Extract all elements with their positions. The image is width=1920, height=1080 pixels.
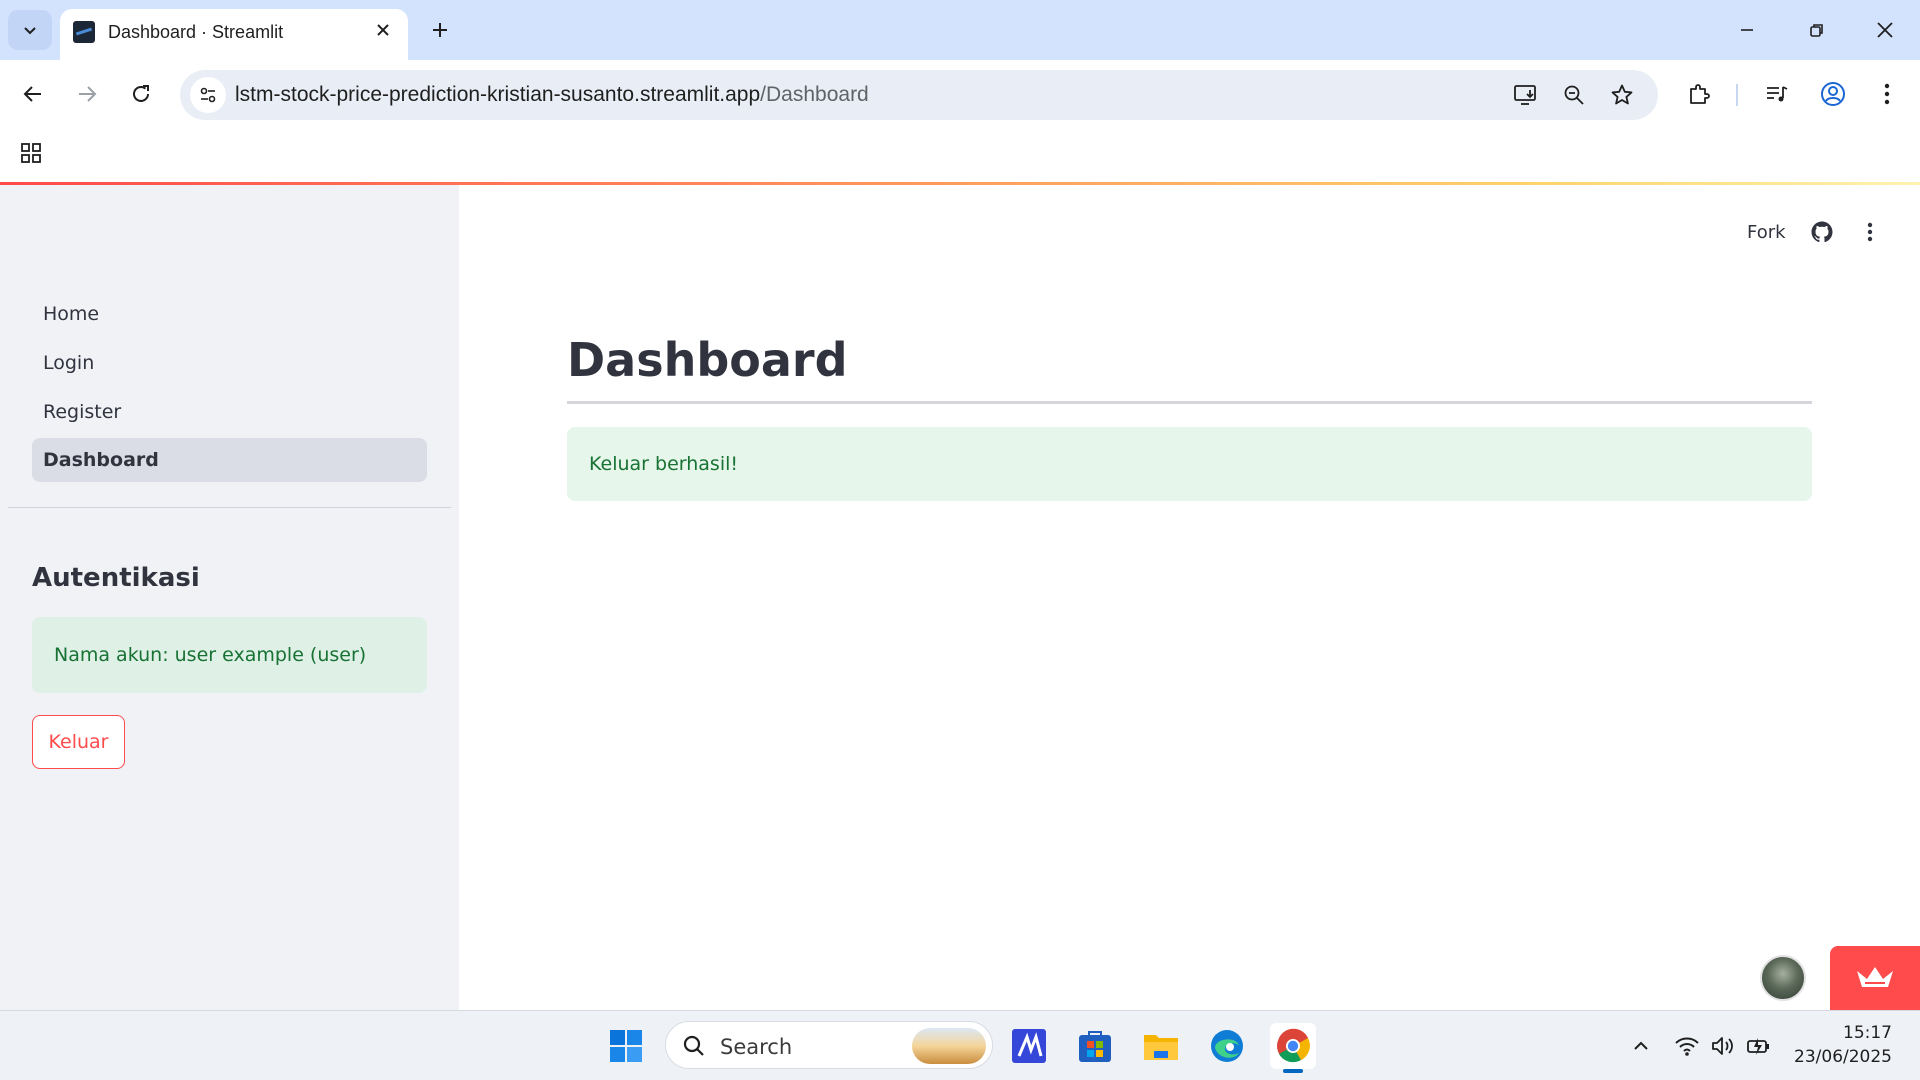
url-text: lstm-stock-price-prediction-kristian-sus… xyxy=(235,83,869,107)
sidebar-item-home[interactable]: Home xyxy=(32,292,427,336)
profile-icon xyxy=(1821,82,1845,106)
close-icon xyxy=(377,24,389,36)
taskbar-clock[interactable]: 15:17 23/06/2025 xyxy=(1794,1021,1892,1069)
sidebar-item-register[interactable]: Register xyxy=(32,390,427,434)
account-info-alert: Nama akun: user example (user) xyxy=(32,617,427,693)
address-bar[interactable]: lstm-stock-price-prediction-kristian-sus… xyxy=(180,70,1658,120)
star-icon xyxy=(1611,84,1633,105)
store-icon xyxy=(1079,1031,1111,1062)
streamlit-badge[interactable] xyxy=(1830,946,1920,1010)
extensions-icon xyxy=(1690,84,1710,104)
main-content: Fork Dashboard Keluar berhasil! xyxy=(459,185,1920,1010)
profile-button[interactable] xyxy=(1814,75,1852,113)
sidebar-divider xyxy=(8,507,451,508)
apps-button[interactable] xyxy=(14,136,48,170)
extensions-button[interactable] xyxy=(1680,75,1718,113)
browser-toolbar: lstm-stock-price-prediction-kristian-sus… xyxy=(0,60,1920,128)
bookmarks-bar xyxy=(0,128,1920,182)
browser-tab-active[interactable]: Dashboard · Streamlit xyxy=(60,9,408,60)
clock-time: 15:17 xyxy=(1843,1023,1892,1043)
taskbar-app-file-explorer[interactable] xyxy=(1138,1023,1184,1069)
app-menu-button[interactable] xyxy=(1855,217,1885,247)
kebab-icon xyxy=(1884,83,1890,105)
search-icon xyxy=(683,1035,704,1056)
page-title: Dashboard xyxy=(567,333,848,387)
media-controls-button[interactable] xyxy=(1758,75,1796,113)
chevron-up-icon xyxy=(1634,1041,1648,1050)
minimize-button[interactable] xyxy=(1724,10,1770,50)
editor-app-icon xyxy=(1012,1029,1046,1063)
success-alert: Keluar berhasil! xyxy=(567,427,1812,501)
media-icon xyxy=(1767,86,1788,102)
forward-icon xyxy=(79,86,97,102)
wifi-icon xyxy=(1675,1037,1699,1056)
volume-button[interactable] xyxy=(1708,1031,1738,1061)
browser-tab-strip: Dashboard · Streamlit xyxy=(0,0,1920,60)
taskbar-app-chrome[interactable] xyxy=(1270,1023,1316,1069)
battery-icon xyxy=(1747,1038,1769,1055)
start-button[interactable] xyxy=(603,1023,649,1069)
sidebar: Home Login Register Dashboard Autentikas… xyxy=(0,185,459,1010)
taskbar-app-store[interactable] xyxy=(1072,1023,1118,1069)
taskbar-search-placeholder: Search xyxy=(720,1035,793,1059)
site-info-icon xyxy=(200,87,216,103)
reload-icon xyxy=(133,85,149,102)
taskbar-app-edge[interactable] xyxy=(1204,1023,1250,1069)
chrome-icon xyxy=(1277,1028,1310,1063)
reload-button[interactable] xyxy=(122,75,160,113)
close-icon xyxy=(1877,22,1893,38)
taskbar-app-code-editor[interactable] xyxy=(1006,1023,1052,1069)
install-icon xyxy=(1514,85,1536,105)
back-button[interactable] xyxy=(14,75,52,113)
zoom-icon xyxy=(1564,85,1584,105)
show-hidden-icons-button[interactable] xyxy=(1626,1031,1656,1061)
avatar[interactable] xyxy=(1760,955,1806,1001)
new-tab-button[interactable] xyxy=(422,12,458,48)
folder-icon xyxy=(1144,1035,1178,1060)
title-divider xyxy=(567,401,1812,404)
browser-menu-button[interactable] xyxy=(1868,75,1906,113)
kebab-icon xyxy=(1867,222,1873,242)
chevron-down-icon xyxy=(24,27,36,35)
toolbar-separator xyxy=(1736,84,1738,106)
plus-icon xyxy=(433,23,447,37)
url-host: lstm-stock-price-prediction-kristian-sus… xyxy=(235,83,761,106)
forward-button[interactable] xyxy=(68,75,106,113)
tab-title: Dashboard · Streamlit xyxy=(108,22,284,42)
volume-icon xyxy=(1712,1037,1733,1055)
install-app-button[interactable] xyxy=(1510,79,1542,111)
windows-start-icon xyxy=(610,1030,642,1062)
restore-button[interactable] xyxy=(1794,10,1840,50)
github-icon xyxy=(1811,221,1833,243)
minimize-icon xyxy=(1741,29,1753,31)
tab-close-button[interactable] xyxy=(370,17,396,43)
fork-button[interactable]: Fork xyxy=(1747,222,1786,243)
bookmark-star-button[interactable] xyxy=(1606,79,1638,111)
apps-icon xyxy=(21,143,41,163)
taskbar: Search 15:17 23/06/2025 xyxy=(0,1010,1920,1080)
zoom-button[interactable] xyxy=(1558,79,1590,111)
battery-button[interactable] xyxy=(1744,1031,1774,1061)
tab-search-button[interactable] xyxy=(8,10,52,50)
edge-icon xyxy=(1211,1030,1243,1062)
search-highlight-image xyxy=(912,1028,986,1064)
site-info-button[interactable] xyxy=(190,77,226,113)
active-app-indicator xyxy=(1283,1069,1303,1073)
close-window-button[interactable] xyxy=(1862,10,1908,50)
sidebar-item-dashboard[interactable]: Dashboard xyxy=(32,438,427,482)
logout-button[interactable]: Keluar xyxy=(32,715,125,769)
network-button[interactable] xyxy=(1672,1031,1702,1061)
sidebar-item-login[interactable]: Login xyxy=(32,341,427,385)
sidebar-heading: Autentikasi xyxy=(32,563,200,593)
taskbar-search[interactable]: Search xyxy=(665,1021,993,1069)
url-path: /Dashboard xyxy=(760,83,869,106)
streamlit-crown-icon xyxy=(1857,967,1893,987)
clock-date: 23/06/2025 xyxy=(1794,1047,1892,1067)
back-icon xyxy=(23,86,41,102)
restore-icon xyxy=(1810,24,1823,37)
github-button[interactable] xyxy=(1807,217,1837,247)
streamlit-favicon-icon xyxy=(73,21,95,43)
